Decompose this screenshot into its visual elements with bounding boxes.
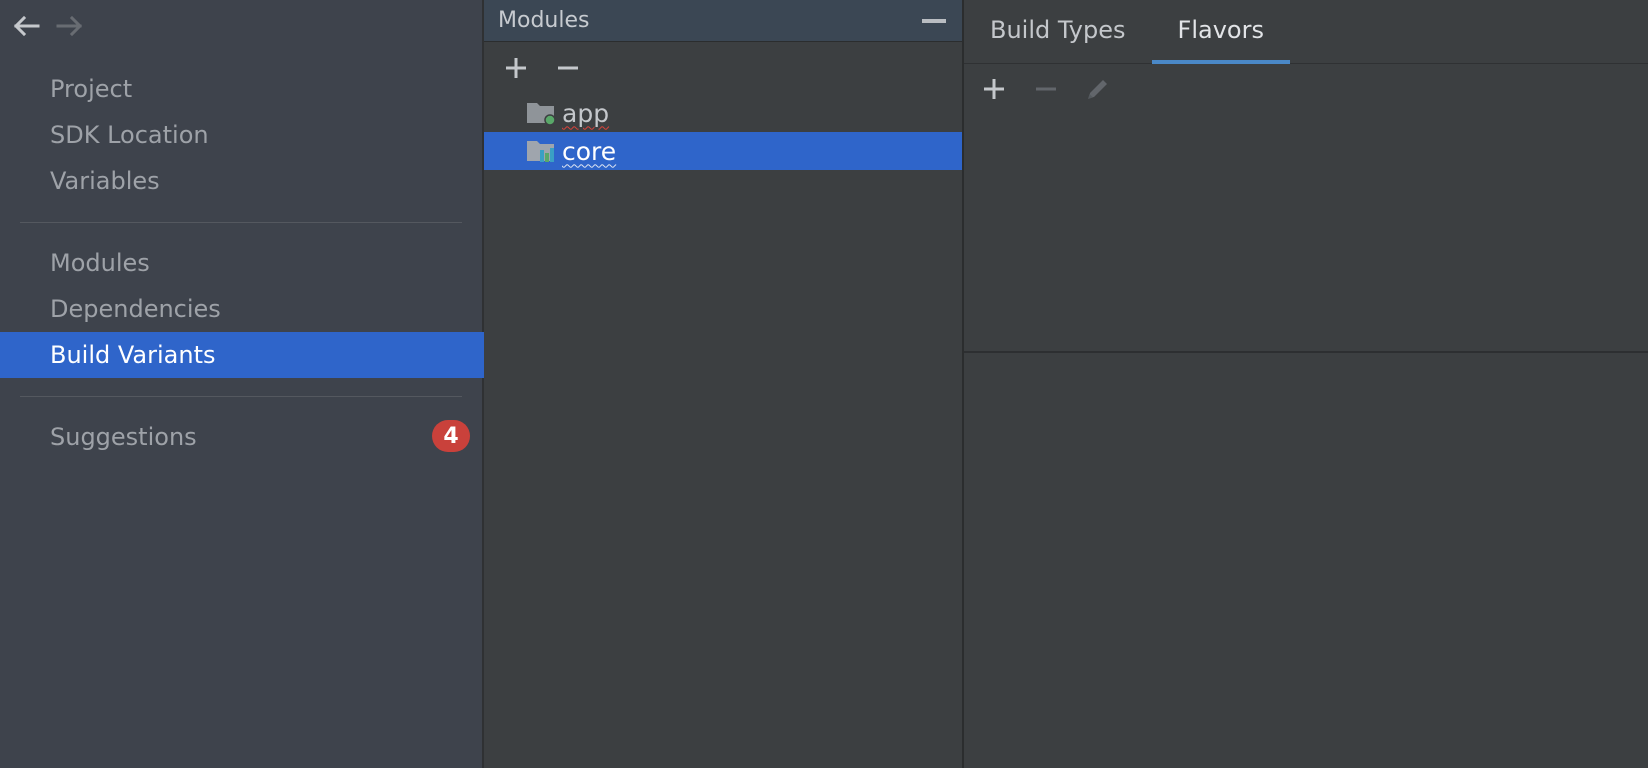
- sidebar-item-variables[interactable]: Variables: [0, 158, 484, 204]
- plus-icon: [984, 79, 1004, 99]
- flavor-details-area: [964, 355, 1648, 768]
- minus-icon: [1036, 87, 1056, 91]
- add-module-button[interactable]: [500, 52, 532, 84]
- flavors-list-area: [964, 64, 1648, 353]
- sidebar-item-label: SDK Location: [50, 121, 209, 149]
- tab-label: Flavors: [1177, 16, 1264, 44]
- sidebar: Project SDK Location Variables Modules D…: [0, 0, 484, 768]
- sidebar-item-dependencies[interactable]: Dependencies: [0, 286, 484, 332]
- edit-flavor-button[interactable]: [1082, 73, 1114, 105]
- collapse-panel-button[interactable]: [922, 18, 946, 23]
- variant-tabs: Build Types Flavors: [964, 0, 1648, 64]
- sidebar-item-suggestions[interactable]: Suggestions 4: [0, 414, 484, 460]
- minus-icon: [558, 66, 578, 70]
- sidebar-item-label: Variables: [50, 167, 160, 195]
- remove-module-button[interactable]: [552, 52, 584, 84]
- modules-panel: Modules app core: [484, 0, 964, 768]
- plus-icon: [506, 58, 526, 78]
- remove-flavor-button[interactable]: [1030, 73, 1062, 105]
- tab-build-types[interactable]: Build Types: [964, 0, 1152, 64]
- sidebar-item-sdk-location[interactable]: SDK Location: [0, 112, 484, 158]
- sidebar-item-label: Suggestions: [50, 423, 197, 451]
- sidebar-item-label: Project: [50, 75, 133, 103]
- history-navigation: [10, 10, 86, 46]
- sidebar-item-build-variants[interactable]: Build Variants: [0, 332, 484, 378]
- arrow-right-icon[interactable]: [54, 10, 86, 42]
- modules-title: Modules: [498, 8, 590, 33]
- sidebar-divider: [20, 222, 462, 223]
- sidebar-item-project[interactable]: Project: [0, 66, 484, 112]
- modules-header: Modules: [484, 0, 962, 42]
- tab-label: Build Types: [990, 16, 1126, 44]
- app-module-icon: [526, 99, 558, 127]
- arrow-left-icon[interactable]: [10, 10, 42, 42]
- module-item-core[interactable]: core: [484, 132, 962, 170]
- add-flavor-button[interactable]: [978, 73, 1010, 105]
- sidebar-item-label: Modules: [50, 249, 150, 277]
- sidebar-item-label: Dependencies: [50, 295, 221, 323]
- module-label: app: [562, 98, 610, 128]
- suggestions-count-badge: 4: [432, 420, 470, 452]
- sidebar-item-modules[interactable]: Modules: [0, 240, 484, 286]
- library-module-icon: [526, 137, 558, 165]
- module-item-app[interactable]: app: [484, 94, 962, 132]
- pencil-icon: [1088, 80, 1107, 99]
- modules-toolbar: [484, 42, 962, 94]
- sidebar-item-label: Build Variants: [50, 341, 216, 369]
- flavors-toolbar: [964, 64, 1648, 114]
- module-label: core: [562, 136, 617, 166]
- tab-flavors[interactable]: Flavors: [1151, 0, 1290, 64]
- variants-panel: Build Types Flavors: [964, 0, 1648, 768]
- sidebar-divider: [20, 396, 462, 397]
